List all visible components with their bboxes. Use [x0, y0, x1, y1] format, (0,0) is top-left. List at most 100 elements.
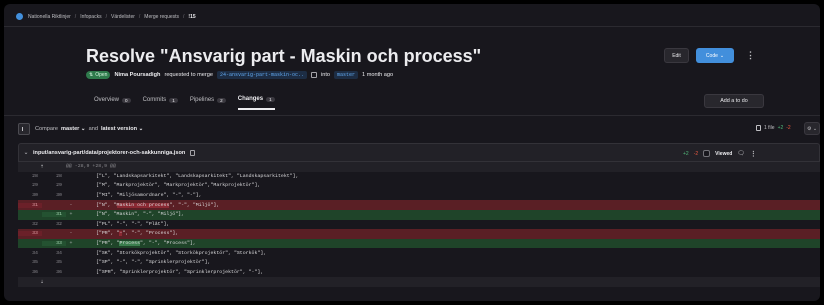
file-tree-icon[interactable]: [18, 123, 30, 135]
code-line: ["SP", "-", "-", "Sprinklerprojektör"],: [76, 260, 210, 265]
code-line: ["MI", "Miljösamordnare", "-", "-"],: [76, 193, 202, 198]
diff-stats[interactable]: 1 file +2 -2: [756, 125, 791, 131]
code-text: ["MI", "Miljösamordnare", "-", "-"],: [96, 193, 202, 199]
diff-line-removed[interactable]: 33 - ["PR", "-", "-", "Process"],: [18, 229, 820, 239]
diff-marker: +: [69, 241, 73, 247]
new-line-number[interactable]: 29: [42, 183, 66, 188]
compare-base-dropdown[interactable]: master ⌄: [61, 126, 86, 132]
additions-count: +2: [777, 125, 784, 131]
compare-version-dropdown[interactable]: latest version ⌄: [101, 126, 143, 132]
status-label: Open: [95, 72, 108, 78]
target-branch[interactable]: master: [334, 71, 359, 79]
new-line-number[interactable]: 31: [42, 212, 66, 218]
diff-marker: -: [69, 202, 73, 208]
code-line: ["SPR", "Sprinklerprojektör", "Sprinkler…: [76, 270, 263, 275]
new-line-number[interactable]: 32: [42, 222, 66, 227]
code-text: ["PR", ": [96, 231, 120, 237]
compare-bar: Compare master ⌄ and latest version ⌄: [18, 121, 820, 137]
into-text: into: [320, 72, 331, 78]
source-branch[interactable]: 24-ansvarig-part-maskin-oc..: [216, 71, 307, 79]
old-line-number[interactable]: 28: [18, 174, 42, 179]
old-line-number[interactable]: 34: [18, 251, 42, 256]
breadcrumb-project[interactable]: Värdelister: [111, 14, 135, 20]
status-badge: ⇅ Open: [86, 71, 111, 79]
file-path[interactable]: input/ansvarig-part/data/projektorer-och…: [33, 150, 185, 156]
tab-changes[interactable]: Changes 1: [237, 96, 275, 110]
compare-label: Compare: [35, 126, 59, 132]
breadcrumb-group[interactable]: Nationella Riktlinjer: [28, 14, 71, 20]
diff-marker: +: [69, 212, 73, 218]
author-link[interactable]: Nima Poursadigh: [114, 72, 160, 78]
expand-row[interactable]: ⇣: [18, 277, 820, 287]
diff-line-context[interactable]: 28 28 ["L", "Landskapsarkitekt", "Landskap…: [18, 171, 820, 182]
new-line-number[interactable]: 28: [42, 174, 66, 179]
old-line-number[interactable]: 30: [18, 193, 42, 198]
hunk-header: @@ -28,9 +28,9 @@: [66, 164, 116, 170]
tab-label: Overview: [94, 97, 120, 103]
viewed-checkbox[interactable]: [703, 150, 711, 157]
code-text: ["SK", "Storkökprojektör", "Storkökproje…: [96, 250, 267, 256]
tab-pipelines[interactable]: Pipelines 2: [190, 96, 226, 110]
file-more-icon[interactable]: ⋮: [750, 150, 757, 158]
breadcrumb-merge-requests[interactable]: Merge requests: [144, 14, 179, 20]
old-line-number[interactable]: 32: [18, 222, 42, 227]
new-line-number[interactable]: 30: [42, 193, 66, 198]
compare-base-value: master: [61, 126, 80, 132]
diff-line-context[interactable]: 30 30 ["MI", "Miljösamordnare", "-", "-"],: [18, 190, 820, 201]
diff-line-context[interactable]: 35 35 ["SP", "-", "-", "Sprinklerprojektör…: [18, 257, 820, 268]
old-line-number[interactable]: 36: [18, 270, 42, 275]
breadcrumb-separator: /: [105, 13, 107, 20]
code-line: ["M", "Markprojektör", "Markprojektör","…: [76, 183, 260, 188]
code-text: ", "-", "Process"],: [140, 241, 196, 247]
breadcrumb-separator: /: [138, 13, 141, 20]
code-text: ["M", "Markprojektör", "Markprojektör","…: [96, 183, 261, 189]
copy-icon[interactable]: [190, 149, 196, 156]
edit-button[interactable]: Edit: [664, 48, 689, 63]
diff-settings-button[interactable]: ⚙ ⌄: [804, 122, 820, 135]
page-title: Resolve "Ansvarig part - Maskin och proc…: [86, 46, 482, 66]
chevron-down-icon[interactable]: ⌄: [19, 149, 33, 156]
expand-down-icon[interactable]: ⇣: [18, 278, 66, 285]
old-line-number[interactable]: 29: [18, 183, 42, 188]
expand-row[interactable]: ⇡ @@ -28,9 +28,9 @@: [18, 162, 820, 172]
new-line-number[interactable]: 34: [42, 251, 66, 256]
diff-line-context[interactable]: 34 34 ["SK", "Storkökprojektör", "Storkökp…: [18, 248, 820, 258]
tab-label: Pipelines: [189, 97, 215, 103]
expand-up-icon[interactable]: ⇡: [18, 163, 66, 170]
breadcrumb-current[interactable]: !15: [188, 14, 195, 20]
diff-line-context[interactable]: 36 36 ["SPR", "Sprinklerprojektör", "Sprin…: [18, 267, 820, 278]
diff-marker: -: [69, 231, 73, 237]
comment-icon[interactable]: 🗨: [737, 150, 745, 157]
gitlab-logo-icon[interactable]: [16, 13, 23, 20]
code-dropdown-button[interactable]: Code ⌄: [696, 48, 734, 63]
code-text: ["PL", "-", "-", "Plåt"],: [96, 221, 170, 227]
code-text: ["PR", ": [96, 241, 120, 247]
code-line: ["L", "Landskapsarkitekt", "Landskapsark…: [76, 174, 299, 179]
copy-icon[interactable]: [310, 72, 317, 78]
diff-line-added[interactable]: 33 + ["PR", "Process", "-", "Process"],: [18, 238, 820, 249]
tab-count: 1: [266, 96, 275, 102]
old-line-number[interactable]: 35: [18, 260, 42, 265]
old-line-number[interactable]: 31: [18, 202, 42, 208]
code-line: ["SK", "Storkökprojektör", "Storkökproje…: [76, 251, 266, 256]
diff-file-header: ⌄ input/ansvarig-part/data/projektorer-o…: [18, 143, 820, 162]
tab-overview[interactable]: Overview 0: [94, 96, 131, 110]
changed-text: Maskin och process: [116, 202, 170, 208]
diff-line-removed[interactable]: 31- ["N", "Maskin och process", "-", "Mil…: [18, 200, 820, 210]
new-line-number[interactable]: 36: [42, 270, 66, 275]
add-todo-button[interactable]: Add a to do: [704, 94, 764, 108]
new-line-number[interactable]: 35: [42, 260, 66, 265]
new-line-number[interactable]: 33: [42, 241, 66, 247]
breadcrumb-separator: /: [183, 13, 185, 20]
more-actions-icon[interactable]: ⋮: [746, 50, 755, 61]
old-line-number[interactable]: 33: [18, 231, 42, 237]
breadcrumb: Nationella Riktlinjer / Infopacks / Värd…: [16, 13, 196, 20]
code-line: ["PR", "Process", "-", "Process"],: [76, 241, 196, 247]
tab-commits[interactable]: Commits 1: [143, 96, 178, 110]
gear-icon: ⚙ ⌄: [806, 125, 818, 132]
diff-line-added[interactable]: 31 + ["N", "Maskin", "-", "Miljö"],: [18, 209, 820, 220]
diff-line-context[interactable]: 29 29 ["M", "Markprojektör", "Markprojektö…: [18, 181, 820, 191]
code-text: ", "-", "Miljö"],: [169, 202, 220, 208]
diff-line-context[interactable]: 32 32 ["PL", "-", "-", "Plåt"],: [18, 219, 820, 230]
breadcrumb-subgroup[interactable]: Infopacks: [80, 14, 101, 20]
